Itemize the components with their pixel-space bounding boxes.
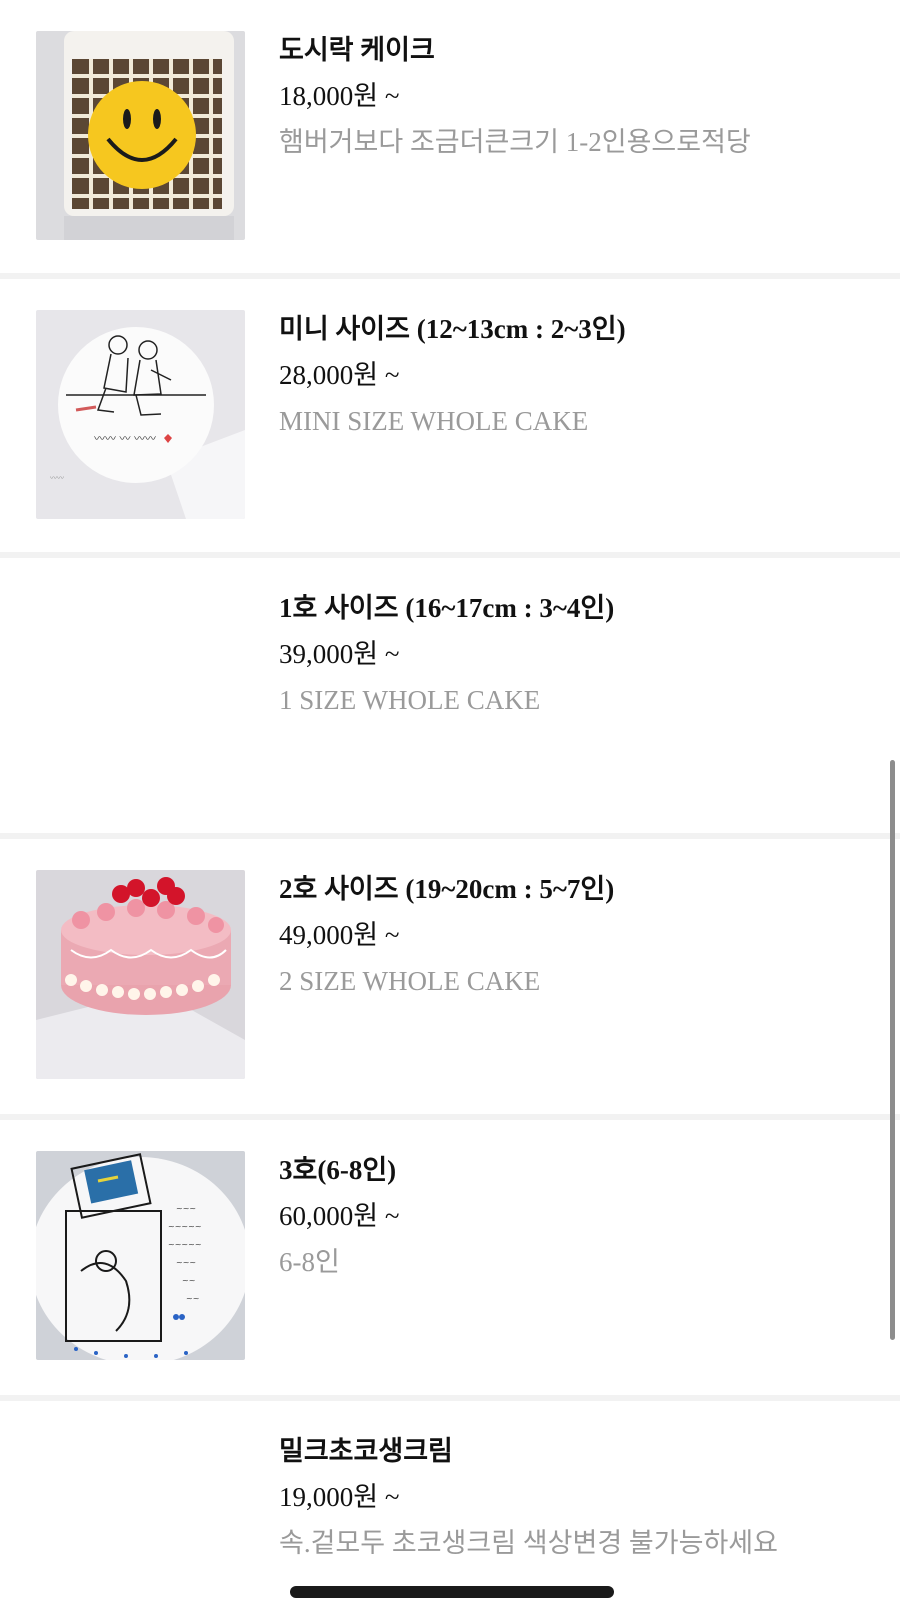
2-size-cake-image[interactable] (36, 870, 245, 1079)
item-price: 60,000원 ~ (279, 1201, 400, 1231)
svg-text:〰〰 〰 〰〰: 〰〰 〰 〰〰 (94, 432, 156, 445)
svg-text:~~~: ~~~ (176, 1204, 196, 1213)
lunchbox-cake-image[interactable] (36, 31, 245, 240)
menu-item-2-size[interactable]: 2호 사이즈 (19~20cm : 5~7인) 49,000원 ~ 2 SIZE… (0, 839, 900, 1109)
item-description: 1 SIZE WHOLE CAKE (279, 685, 541, 715)
item-price: 49,000원 ~ (279, 920, 400, 950)
svg-text:~~~: ~~~ (176, 1258, 196, 1267)
svg-text:~~~~~: ~~~~~ (168, 1222, 202, 1231)
scrollbar[interactable] (890, 760, 895, 1340)
item-info: 2호 사이즈 (19~20cm : 5~7인) 49,000원 ~ 2 SIZE… (279, 869, 879, 1001)
item-title[interactable]: 미니 사이즈 (12~13cm : 2~3인) (279, 309, 879, 349)
item-info: 도시락 케이크 18,000원 ~ 햄버거보다 조금더큰크기 1-2인용으로적당 (279, 30, 879, 162)
item-price: 19,000원 ~ (279, 1482, 400, 1512)
svg-text:~~: ~~ (186, 1294, 199, 1303)
item-description: MINI SIZE WHOLE CAKE (279, 406, 589, 436)
mini-size-cake-image[interactable]: 〰〰 〰 〰〰 〰〰 (36, 310, 245, 519)
menu-item-3-size[interactable]: ~~~ ~~~~~ ~~~~~ ~~~ ~~ ~~ 3호(6-8인) 60,000원 … (0, 1120, 900, 1390)
menu-item-milk-choco[interactable]: 밀크초코생크림 19,000원 ~ 속.겉모두 초코생크림 색상변경 불가능하세… (0, 1401, 900, 1594)
item-price: 39,000원 ~ (279, 639, 400, 669)
menu-item-lunchbox-cake[interactable]: 도시락 케이크 18,000원 ~ 햄버거보다 조금더큰크기 1-2인용으로적당 (0, 0, 900, 270)
item-title[interactable]: 3호(6-8인) (279, 1150, 879, 1190)
item-title[interactable]: 1호 사이즈 (16~17cm : 3~4인) (279, 588, 879, 628)
menu-item-1-size[interactable]: 1호 사이즈 (16~17cm : 3~4인) 39,000원 ~ 1 SIZE… (0, 558, 900, 828)
item-price: 18,000원 ~ (279, 81, 400, 111)
item-description: 햄버거보다 조금더큰크기 1-2인용으로적당 (279, 127, 751, 157)
item-info: 미니 사이즈 (12~13cm : 2~3인) 28,000원 ~ MINI S… (279, 309, 879, 441)
item-title[interactable]: 도시락 케이크 (279, 30, 879, 70)
item-title[interactable]: 밀크초코생크림 (279, 1431, 879, 1471)
item-info: 밀크초코생크림 19,000원 ~ 속.겉모두 초코생크림 색상변경 불가능하세… (279, 1431, 879, 1563)
item-description: 속.겉모두 초코생크림 색상변경 불가능하세요 (279, 1528, 778, 1558)
item-info: 1호 사이즈 (16~17cm : 3~4인) 39,000원 ~ 1 SIZE… (279, 588, 879, 720)
item-info: 3호(6-8인) 60,000원 ~ 6-8인 (279, 1150, 879, 1282)
svg-text:~~~~~: ~~~~~ (168, 1240, 202, 1249)
item-price: 28,000원 ~ (279, 360, 400, 390)
menu-item-mini-size[interactable]: 〰〰 〰 〰〰 〰〰 미니 사이즈 (12~13cm : 2~3인) 28,00… (0, 279, 900, 549)
svg-text:~~: ~~ (182, 1276, 195, 1285)
item-description: 2 SIZE WHOLE CAKE (279, 966, 541, 996)
item-title[interactable]: 2호 사이즈 (19~20cm : 5~7인) (279, 869, 879, 909)
3-size-cake-image[interactable]: ~~~ ~~~~~ ~~~~~ ~~~ ~~ ~~ (36, 1151, 245, 1360)
item-description: 6-8인 (279, 1247, 340, 1277)
svg-text:〰〰: 〰〰 (50, 474, 64, 482)
home-indicator[interactable] (290, 1586, 614, 1598)
